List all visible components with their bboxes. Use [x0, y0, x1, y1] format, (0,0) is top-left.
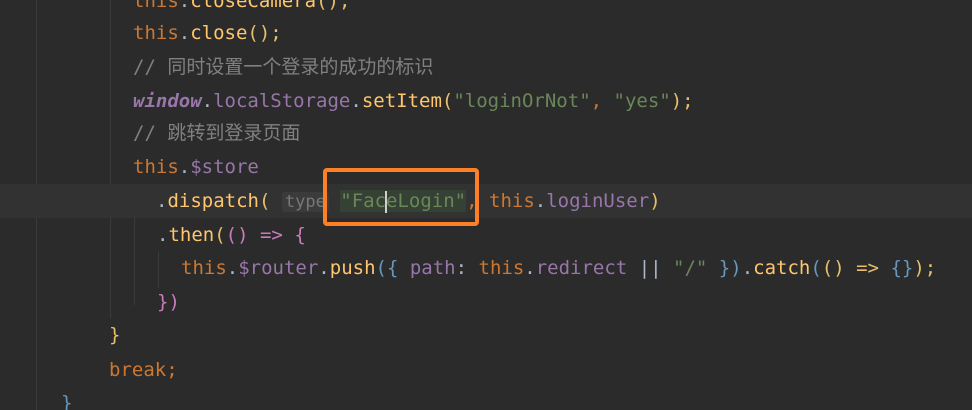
- method-name: close: [190, 22, 248, 44]
- method-name: catch: [753, 257, 811, 279]
- this-keyword: this: [133, 22, 179, 44]
- method-name: push: [329, 257, 376, 279]
- local-storage-prop: localStorage: [213, 90, 351, 112]
- break-keyword: break: [109, 359, 167, 381]
- code-line-store[interactable]: this.$store: [133, 150, 259, 184]
- method-name: setItem: [361, 90, 442, 112]
- string-literal: "loginOrNot": [453, 90, 591, 112]
- indent-guide: [158, 252, 159, 288]
- parameter-hint: type: [281, 192, 329, 212]
- string-literal: "/": [673, 257, 708, 279]
- method-name: dispatch: [167, 190, 259, 212]
- this-keyword: this: [489, 190, 535, 212]
- code-line-then-close[interactable]: }): [157, 285, 180, 319]
- code-line-dispatch[interactable]: .dispatch( type "FaceLogin", this.loginU…: [0, 184, 972, 218]
- code-line-break[interactable]: break;: [109, 353, 178, 387]
- highlight-annotation-box: [323, 168, 479, 226]
- this-keyword: this: [478, 257, 525, 279]
- code-line-then[interactable]: .then(() => {: [157, 218, 306, 252]
- code-line-close[interactable]: this.close();: [133, 16, 282, 50]
- window-global: window: [133, 90, 202, 112]
- this-keyword: this: [133, 156, 179, 178]
- string-literal: "yes": [613, 90, 671, 112]
- login-user-prop: loginUser: [546, 190, 650, 212]
- indent-guide: [110, 0, 111, 318]
- code-line-set-item[interactable]: window.localStorage.setItem("loginOrNot"…: [133, 84, 694, 118]
- code-editor[interactable]: this.closeCamera(); this.close(); // 同时设…: [0, 0, 972, 410]
- store-prop: $store: [190, 156, 259, 178]
- router-prop: $router: [238, 257, 319, 279]
- method-name: closeCamera: [190, 0, 317, 12]
- this-keyword: this: [181, 257, 227, 279]
- code-comment-redirect[interactable]: // 跳转到登录页面: [133, 116, 300, 150]
- code-comment-set-flag[interactable]: // 同时设置一个登录的成功的标识: [133, 50, 433, 84]
- code-line-router-push[interactable]: this.$router.push({ path: this.redirect …: [181, 251, 936, 285]
- code-line-switch-close[interactable]: }: [61, 386, 72, 410]
- code-line-block-close[interactable]: }: [109, 318, 120, 352]
- this-keyword: this: [133, 0, 179, 12]
- method-name: then: [168, 224, 215, 246]
